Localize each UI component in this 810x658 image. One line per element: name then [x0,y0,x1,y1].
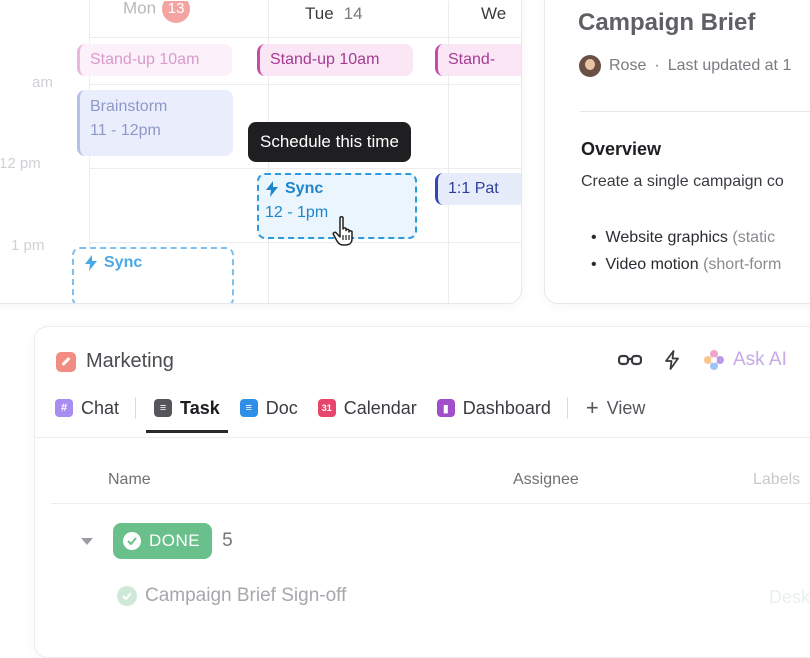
bar-chart-icon: ▮ [436,399,455,417]
pencil-icon [56,351,76,372]
day-number: 14 [343,4,363,23]
section-heading: Overview [581,139,662,159]
event-title: 1:1 Pat [448,180,499,197]
event-title: Brainstorm [90,98,168,115]
day-name: Tue [305,4,334,23]
column-header-name[interactable]: Name [108,471,151,489]
grid-line [89,168,521,169]
day-header-mon[interactable]: Mon 13 [123,1,191,23]
divider [51,503,810,504]
doc-icon: ≡ [239,399,258,417]
tab-label: Chat [81,397,120,418]
day-name: Mon [123,1,157,18]
ask-ai-label: Ask AI [733,349,787,370]
bullet-item: • Video motion (short-form [591,256,782,273]
event-title: Stand-up 10am [90,51,200,68]
tab-task[interactable]: ≡ Task [146,397,228,433]
status-group-row: DONE 5 [81,523,233,559]
grid-line [89,84,521,85]
add-view-button[interactable]: + View [585,395,646,420]
day-header-tue[interactable]: Tue 14 [305,4,363,24]
sparkle-icon [704,350,724,370]
marketing-panel: Marketing Ask AI # Chat ≡ Task ≡ Doc 31 … [34,326,810,658]
meta-separator: · [654,57,660,74]
event-title: Stand-up 10am [270,51,380,68]
lightning-icon[interactable] [659,347,685,373]
divider [580,111,810,112]
bullet-text: Website graphics [605,229,728,246]
avatar[interactable] [579,55,601,77]
tab-doc[interactable]: ≡ Doc [239,397,298,419]
hand-cursor-icon [332,215,353,246]
section-paragraph: Create a single campaign co [581,173,784,190]
tab-label: Calendar [343,397,417,418]
event-brainstorm[interactable]: Brainstorm 11 - 12pm [77,90,233,156]
event-time: 11 - 12pm [90,122,161,139]
space-title[interactable]: Marketing [56,350,174,373]
time-label: 12 pm [1,155,41,172]
bullet-note: (short-form [703,256,782,273]
glasses-icon[interactable] [617,347,643,373]
calendar-panel: Mon 13 Tue 14 We am 12 pm 1 pm Stand-up 10… [0,0,522,304]
tab-divider [566,397,568,419]
tab-calendar[interactable]: 31 Calendar [317,397,417,419]
grid-line [89,242,521,243]
tab-label: View [606,397,646,418]
event-title: Sync [285,180,324,197]
tab-label: Dashboard [462,397,551,418]
event-1on1-pat[interactable]: 1:1 Pat [435,173,521,205]
lightning-icon [85,255,97,271]
doc-panel: Campaign Brief Rose · Last updated at 1 … [544,0,810,304]
last-updated: Last updated at 1 [667,57,792,74]
time-label: am [32,74,53,91]
check-icon [123,532,141,550]
author-name[interactable]: Rose [609,57,646,75]
hash-icon: # [55,399,73,417]
status-badge[interactable]: DONE [113,523,213,559]
ask-ai-button[interactable]: Ask AI [703,349,787,371]
list-icon: ≡ [154,399,173,417]
doc-title[interactable]: Campaign Brief [578,9,755,37]
lightning-icon [266,181,278,197]
caret-down-icon[interactable] [81,537,93,545]
event-title: Stand- [448,51,496,68]
status-label: DONE [149,531,201,550]
tab-label: Doc [265,397,298,418]
bullet-item: • Website graphics (static [591,229,776,246]
bullet-note: (static [732,229,776,246]
space-name: Marketing [86,350,174,372]
divider [35,437,810,438]
event-sync-mon[interactable]: Sync [72,247,234,303]
group-count: 5 [222,530,233,551]
grid-line [89,37,521,38]
tab-dashboard[interactable]: ▮ Dashboard [436,397,551,419]
calendar-icon: 31 [317,399,336,417]
event-standup-mon[interactable]: Stand-up 10am [77,44,232,76]
task-name: Campaign Brief Sign-off [145,585,347,606]
task-row[interactable]: Campaign Brief Sign-off [117,585,346,607]
view-tabs: # Chat ≡ Task ≡ Doc 31 Calendar ▮ Dashbo… [55,395,665,433]
bullet-text: Video motion [605,256,699,273]
event-standup-tue[interactable]: Stand-up 10am [257,44,413,76]
day-name: We [481,4,507,23]
column-header-assignee[interactable]: Assignee [513,471,579,489]
event-standup-wed[interactable]: Stand- [435,44,521,76]
doc-meta: Rose · Last updated at 1 [579,55,791,77]
tab-label: Task [180,397,220,418]
today-badge: 13 [162,1,191,23]
tab-chat[interactable]: # Chat [55,398,119,419]
event-title: Sync [104,254,143,271]
day-header-wed[interactable]: We [481,4,506,24]
check-icon[interactable] [117,586,137,606]
time-label: 1 pm [11,237,45,254]
schedule-tooltip: Schedule this time [248,122,411,162]
plus-icon: + [585,395,599,420]
column-header-labels[interactable]: Labels [753,471,800,489]
task-label: Desk [769,587,810,607]
tab-divider [135,397,137,419]
